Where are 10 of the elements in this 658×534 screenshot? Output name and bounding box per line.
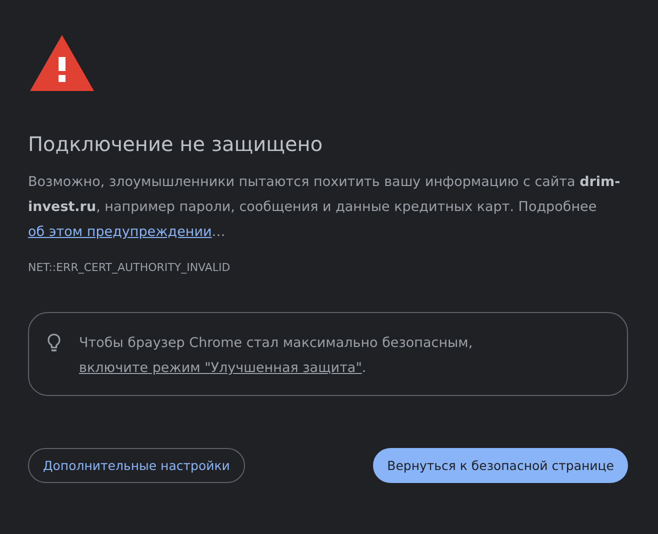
- lightbulb-icon: [47, 333, 61, 353]
- learn-more-link[interactable]: об этом предупреждении: [28, 224, 212, 240]
- page-title: Подключение не защищено: [28, 132, 324, 156]
- warning-icon: [29, 34, 95, 92]
- error-code: NET::ERR_CERT_AUTHORITY_INVALID: [28, 261, 232, 274]
- enhanced-protection-link[interactable]: включите режим "Улучшенная защита": [79, 360, 362, 376]
- advanced-button[interactable]: Дополнительные настройки: [28, 448, 245, 483]
- warning-description: Возможно, злоумышленники пытаются похитить вашу информацию с сайта drim-invest.ru, например пароли, сообщения и данные кредитных карт. Подробнее об этом предупреждении…: [28, 173, 622, 242]
- back-to-safety-button[interactable]: Вернуться к безопасной странице: [373, 448, 628, 483]
- hint-text: Чтобы браузер Chrome стал максимально безопасным, включите режим "Улучшенная защита".: [79, 334, 474, 378]
